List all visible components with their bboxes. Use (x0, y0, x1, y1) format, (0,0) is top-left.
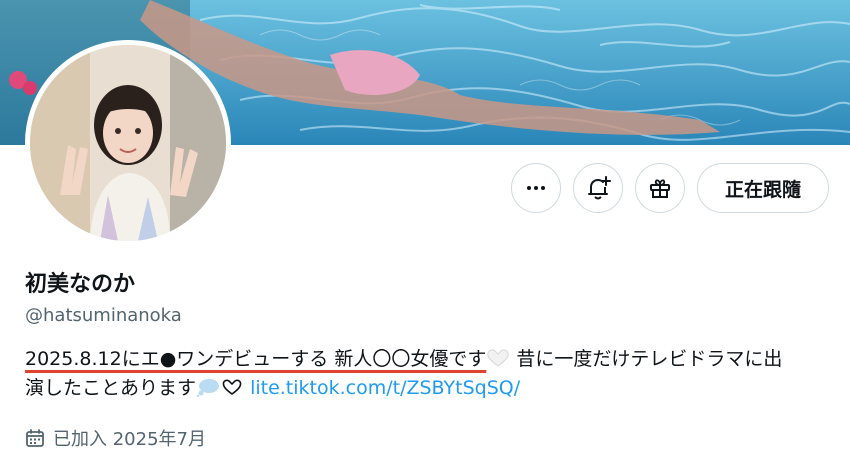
outline-heart-icon (222, 379, 242, 395)
profile-bio: 2025.8.12にエ●ワンデビューする 新人〇〇女優です 昔に一度だけテレビド… (25, 345, 825, 403)
thought-bubble-icon (196, 379, 220, 397)
gift-button[interactable] (635, 163, 685, 213)
bio-line-2: 演したことあります lite.tiktok.com/t/ZSBYtSqSQ/ (25, 374, 825, 403)
joined-date: 已加入 2025年7月 (25, 425, 206, 451)
avatar-image (30, 45, 226, 241)
profile-avatar[interactable] (25, 40, 231, 246)
gift-icon (650, 179, 670, 198)
more-icon (527, 186, 545, 190)
following-button[interactable]: 正在跟隨 (697, 163, 829, 213)
display-name: 初美なのか (25, 272, 136, 297)
joined-label: 已加入 2025年7月 (53, 429, 206, 450)
bio-text-3: 演したことあります (25, 377, 197, 399)
user-handle: @hatsuminanoka (25, 305, 182, 326)
bell-plus-icon (588, 176, 611, 200)
white-heart-icon (487, 349, 510, 367)
bio-debut-text: 2025.8.12にエ●ワンデビューする 新人〇〇女優です (25, 348, 487, 370)
calendar-icon (26, 429, 44, 447)
notify-button[interactable] (573, 163, 623, 213)
following-label: 正在跟隨 (724, 178, 801, 201)
bio-link[interactable]: lite.tiktok.com/t/ZSBYtSqSQ/ (250, 377, 520, 399)
bio-line-1: 2025.8.12にエ●ワンデビューする 新人〇〇女優です 昔に一度だけテレビド… (25, 345, 825, 374)
more-button[interactable] (511, 163, 561, 213)
bio-text-2: 昔に一度だけテレビドラマに出 (510, 348, 783, 370)
